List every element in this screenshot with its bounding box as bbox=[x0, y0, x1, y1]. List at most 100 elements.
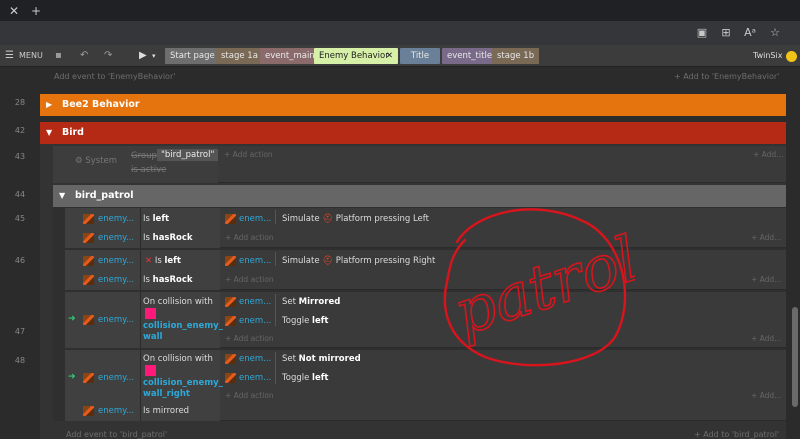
line-number: 44 bbox=[14, 190, 26, 199]
tab-title[interactable]: Title bbox=[400, 48, 440, 64]
play-icon[interactable]: ▶ bbox=[139, 48, 147, 64]
condition-verb: Is bbox=[143, 233, 150, 243]
divider bbox=[140, 208, 141, 248]
line-number: 46 bbox=[14, 256, 26, 265]
action-text: Toggle left bbox=[282, 373, 329, 383]
clipboard-icon[interactable]: ▣ bbox=[694, 25, 710, 41]
condition-text: Is left bbox=[143, 214, 169, 224]
tab-stage-1b[interactable]: stage 1b bbox=[492, 48, 540, 64]
divider bbox=[140, 350, 141, 421]
menu-icon[interactable]: ☰ bbox=[5, 48, 14, 64]
add-action-link[interactable]: + Add action bbox=[224, 150, 273, 159]
condition-suffix: is active bbox=[131, 165, 167, 175]
add-right-link[interactable]: + Add... bbox=[751, 334, 781, 343]
scrollbar-thumb[interactable] bbox=[792, 307, 798, 407]
group-bee2-behavior[interactable]: ▶ Bee2 Behavior bbox=[40, 94, 786, 116]
divider bbox=[275, 210, 276, 224]
event-row[interactable]: enemy... ✕ Is left enemy... Is hasRock e… bbox=[65, 250, 786, 290]
tab-event-title[interactable]: event_title bbox=[442, 48, 498, 64]
tab-enemy-behavior-label: Enemy Behavior bbox=[319, 51, 389, 61]
play-dropdown-icon[interactable]: ▾ bbox=[152, 48, 156, 64]
action-text: Toggle left bbox=[282, 316, 329, 326]
action-object: enem... bbox=[239, 256, 272, 266]
expand-arrow-icon[interactable]: ▶ bbox=[46, 94, 52, 116]
save-icon[interactable]: ▪ bbox=[55, 48, 62, 64]
add-event-hint[interactable]: Add event to 'EnemyBehavior' bbox=[54, 72, 175, 81]
tab-enemy-behavior[interactable]: Enemy Behavior ✕ bbox=[314, 48, 398, 64]
event-row[interactable]: ➜ enemy... On collision with collision_e… bbox=[65, 292, 786, 348]
gear-icon: ⚙ bbox=[75, 156, 83, 166]
collision-object-name: collision_enemy_ wall_right bbox=[143, 378, 223, 399]
add-right-link[interactable]: + Add... bbox=[751, 391, 781, 400]
condition-value: hasRock bbox=[152, 275, 193, 285]
add-action-link[interactable]: + Add action bbox=[225, 391, 274, 400]
system-object-label: System bbox=[85, 156, 118, 166]
group-bird-patrol[interactable]: ▼ bird_patrol bbox=[53, 185, 786, 207]
condition-text: Is hasRock bbox=[143, 233, 193, 243]
action-value: left bbox=[312, 316, 329, 326]
enemy-sprite-icon bbox=[225, 316, 236, 326]
user-name[interactable]: TwinSix bbox=[753, 48, 782, 64]
line-number: 43 bbox=[14, 152, 26, 161]
redo-icon[interactable]: ↷ bbox=[104, 48, 112, 64]
enemy-sprite-icon bbox=[83, 315, 94, 325]
collision-object-icon bbox=[145, 308, 156, 319]
user-avatar-icon[interactable] bbox=[786, 51, 797, 62]
action-detail: Platform pressing Left bbox=[335, 214, 429, 224]
collapse-arrow-icon[interactable]: ▼ bbox=[46, 122, 52, 144]
action-detail: Platform pressing Right bbox=[335, 256, 436, 266]
divider bbox=[140, 292, 141, 348]
collision-object-icon bbox=[145, 365, 156, 376]
read-aloud-icon[interactable]: Aᵃ bbox=[742, 25, 758, 41]
tab-start-page[interactable]: Start page bbox=[165, 48, 220, 64]
close-tab-icon[interactable]: ✕ bbox=[6, 3, 22, 19]
event-sheet: Add event to 'EnemyBehavior' + Add to 'E… bbox=[0, 67, 800, 439]
enemy-sprite-icon bbox=[225, 297, 236, 307]
add-action-link[interactable]: + Add action bbox=[225, 334, 274, 343]
system-object: ⚙ System bbox=[75, 156, 117, 166]
collapse-arrow-icon[interactable]: ▼ bbox=[59, 185, 65, 207]
action-object: enem... bbox=[239, 316, 272, 326]
line-number: 28 bbox=[14, 98, 26, 107]
condition-text: ✕ Is left bbox=[145, 256, 181, 266]
enemy-sprite-icon bbox=[83, 256, 94, 266]
tab-event-main[interactable]: event_main bbox=[260, 48, 320, 64]
tab-stage-1a[interactable]: stage 1a bbox=[216, 48, 263, 64]
action-verb: Toggle bbox=[282, 316, 310, 326]
action-verb: Set bbox=[282, 354, 296, 364]
group-name-param: "bird_patrol" bbox=[157, 149, 219, 161]
condition-value: left bbox=[164, 256, 181, 266]
add-to-hint[interactable]: + Add to 'bird_patrol' bbox=[694, 430, 779, 439]
add-action-link[interactable]: + Add action bbox=[225, 233, 274, 242]
action-value: left bbox=[312, 373, 329, 383]
favorite-star-icon[interactable]: ☆ bbox=[767, 25, 783, 41]
condition-verb: Is bbox=[143, 275, 150, 285]
menu-button[interactable]: MENU bbox=[19, 48, 43, 64]
action-verb: Toggle bbox=[282, 373, 310, 383]
invert-icon: ✕ bbox=[145, 256, 153, 266]
handwritten-annotation: patrol bbox=[443, 208, 635, 367]
collision-object-name: collision_enemy_ wall bbox=[143, 321, 223, 342]
add-right-link[interactable]: + Add... bbox=[753, 150, 783, 159]
enemy-sprite-icon bbox=[225, 214, 236, 224]
close-tab-icon[interactable]: ✕ bbox=[386, 48, 393, 64]
action-object: enem... bbox=[239, 214, 272, 224]
condition-object: enemy... bbox=[98, 256, 135, 266]
add-right-link[interactable]: + Add... bbox=[751, 275, 781, 284]
group-bird[interactable]: ▼ Bird bbox=[40, 122, 786, 144]
add-action-link[interactable]: + Add action bbox=[225, 275, 274, 284]
add-to-hint[interactable]: + Add to 'EnemyBehavior' bbox=[674, 72, 779, 81]
add-event-hint[interactable]: Add event to 'bird_patrol' bbox=[66, 430, 167, 439]
condition-text: Is mirrored bbox=[143, 406, 190, 416]
event-row[interactable]: enemy... Is left enemy... Is hasRock ene… bbox=[65, 208, 786, 248]
condition-verb: Is bbox=[143, 214, 150, 224]
enemy-sprite-icon bbox=[225, 354, 236, 364]
add-right-link[interactable]: + Add... bbox=[751, 233, 781, 242]
undo-icon[interactable]: ↶ bbox=[80, 48, 88, 64]
new-tab-button[interactable]: + bbox=[28, 3, 44, 19]
event-row-system[interactable]: ⚙ System Group "bird_patrol" is active +… bbox=[53, 146, 786, 183]
event-row[interactable]: ➜ enemy... On collision with collision_e… bbox=[65, 350, 786, 421]
group-title: Bird bbox=[62, 127, 84, 138]
condition-verb: Is bbox=[154, 256, 162, 266]
apps-icon[interactable]: ⊞ bbox=[718, 25, 734, 41]
